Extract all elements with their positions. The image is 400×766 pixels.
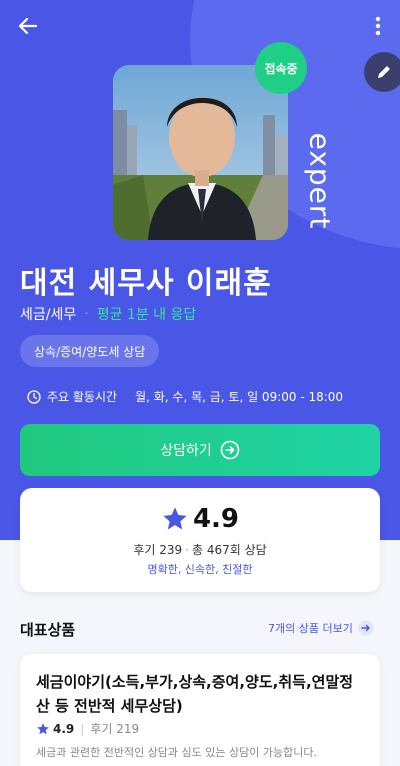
expert-meta: 세금/세무 · 평균 1분 내 응답 [20, 304, 196, 324]
pencil-icon [378, 66, 390, 78]
hours-value: 월, 화, 수, 목, 금, 토, 일 09:00 - 18:00 [135, 390, 344, 404]
consult-button-label: 상담하기 [160, 443, 212, 459]
edit-button[interactable] [364, 52, 400, 92]
clock-icon [27, 389, 41, 404]
profile-hero: 접속중 expert 대전 세무사 이래훈 세금/세무 · 평균 1분 내 응답… [0, 0, 400, 540]
product-score: 4.9 [53, 721, 75, 736]
expert-brand-text: expert [303, 132, 337, 230]
more-products-label: 7개의 상품 더보기 [268, 622, 353, 635]
consult-count: 총 467회 상담 [191, 543, 267, 557]
more-options-button[interactable] [366, 12, 390, 40]
product-description: 세금과 관련한 전반적인 상담과 심도 있는 상담이 가능합니다. [36, 746, 317, 759]
rating-score: 4.9 [192, 504, 240, 534]
more-products-link[interactable]: 7개의 상품 더보기 [268, 619, 375, 637]
consult-button[interactable]: 상담하기 [20, 424, 380, 476]
response-time: 평균 1분 내 응답 [96, 307, 197, 323]
star-icon [163, 507, 187, 530]
expert-profile-photo [113, 65, 288, 240]
products-section-title: 대표상품 [20, 621, 76, 639]
back-button[interactable] [14, 12, 42, 40]
hours-label: 주요 활동시간 [47, 390, 118, 404]
star-icon [37, 722, 49, 734]
meta-separator: · [84, 306, 89, 322]
product-title: 세금이야기(소득,부가,상속,증여,양도,취득,연말정산 등 전반적 세무상담) [36, 673, 354, 715]
product-rating: 4.9 | 후기 219 [36, 720, 139, 737]
more-vertical-icon [375, 16, 381, 36]
category-label: 세금/세무 [20, 307, 77, 323]
rating-traits: 명확한, 신속한, 친절한 [147, 563, 253, 576]
rating-card: 4.9 후기 239 · 총 467회 상담 명확한, 신속한, 친절한 [20, 488, 380, 592]
stats-separator: · [185, 543, 189, 557]
rating-stats: 후기 239 · 총 467회 상담 [20, 541, 380, 558]
online-status-badge: 접속중 [255, 42, 307, 94]
expert-name: 대전 세무사 이래훈 [20, 266, 272, 301]
specialty-tag[interactable]: 상속/증여/양도세 상담 [20, 335, 160, 367]
product-rating-separator: | [80, 721, 85, 736]
rating-summary: 4.9 [20, 504, 380, 534]
arrow-left-icon [18, 17, 38, 35]
product-card[interactable]: 세금이야기(소득,부가,상속,증여,양도,취득,연말정산 등 전반적 세무상담)… [20, 654, 380, 766]
chevron-right-circle-icon [357, 620, 374, 636]
arrow-right-circle-icon [220, 440, 240, 460]
product-review-count: 후기 219 [90, 722, 140, 736]
review-count: 후기 239 [133, 543, 183, 557]
active-hours: 주요 활동시간 월, 화, 수, 목, 금, 토, 일 09:00 - 18:0… [27, 388, 343, 405]
